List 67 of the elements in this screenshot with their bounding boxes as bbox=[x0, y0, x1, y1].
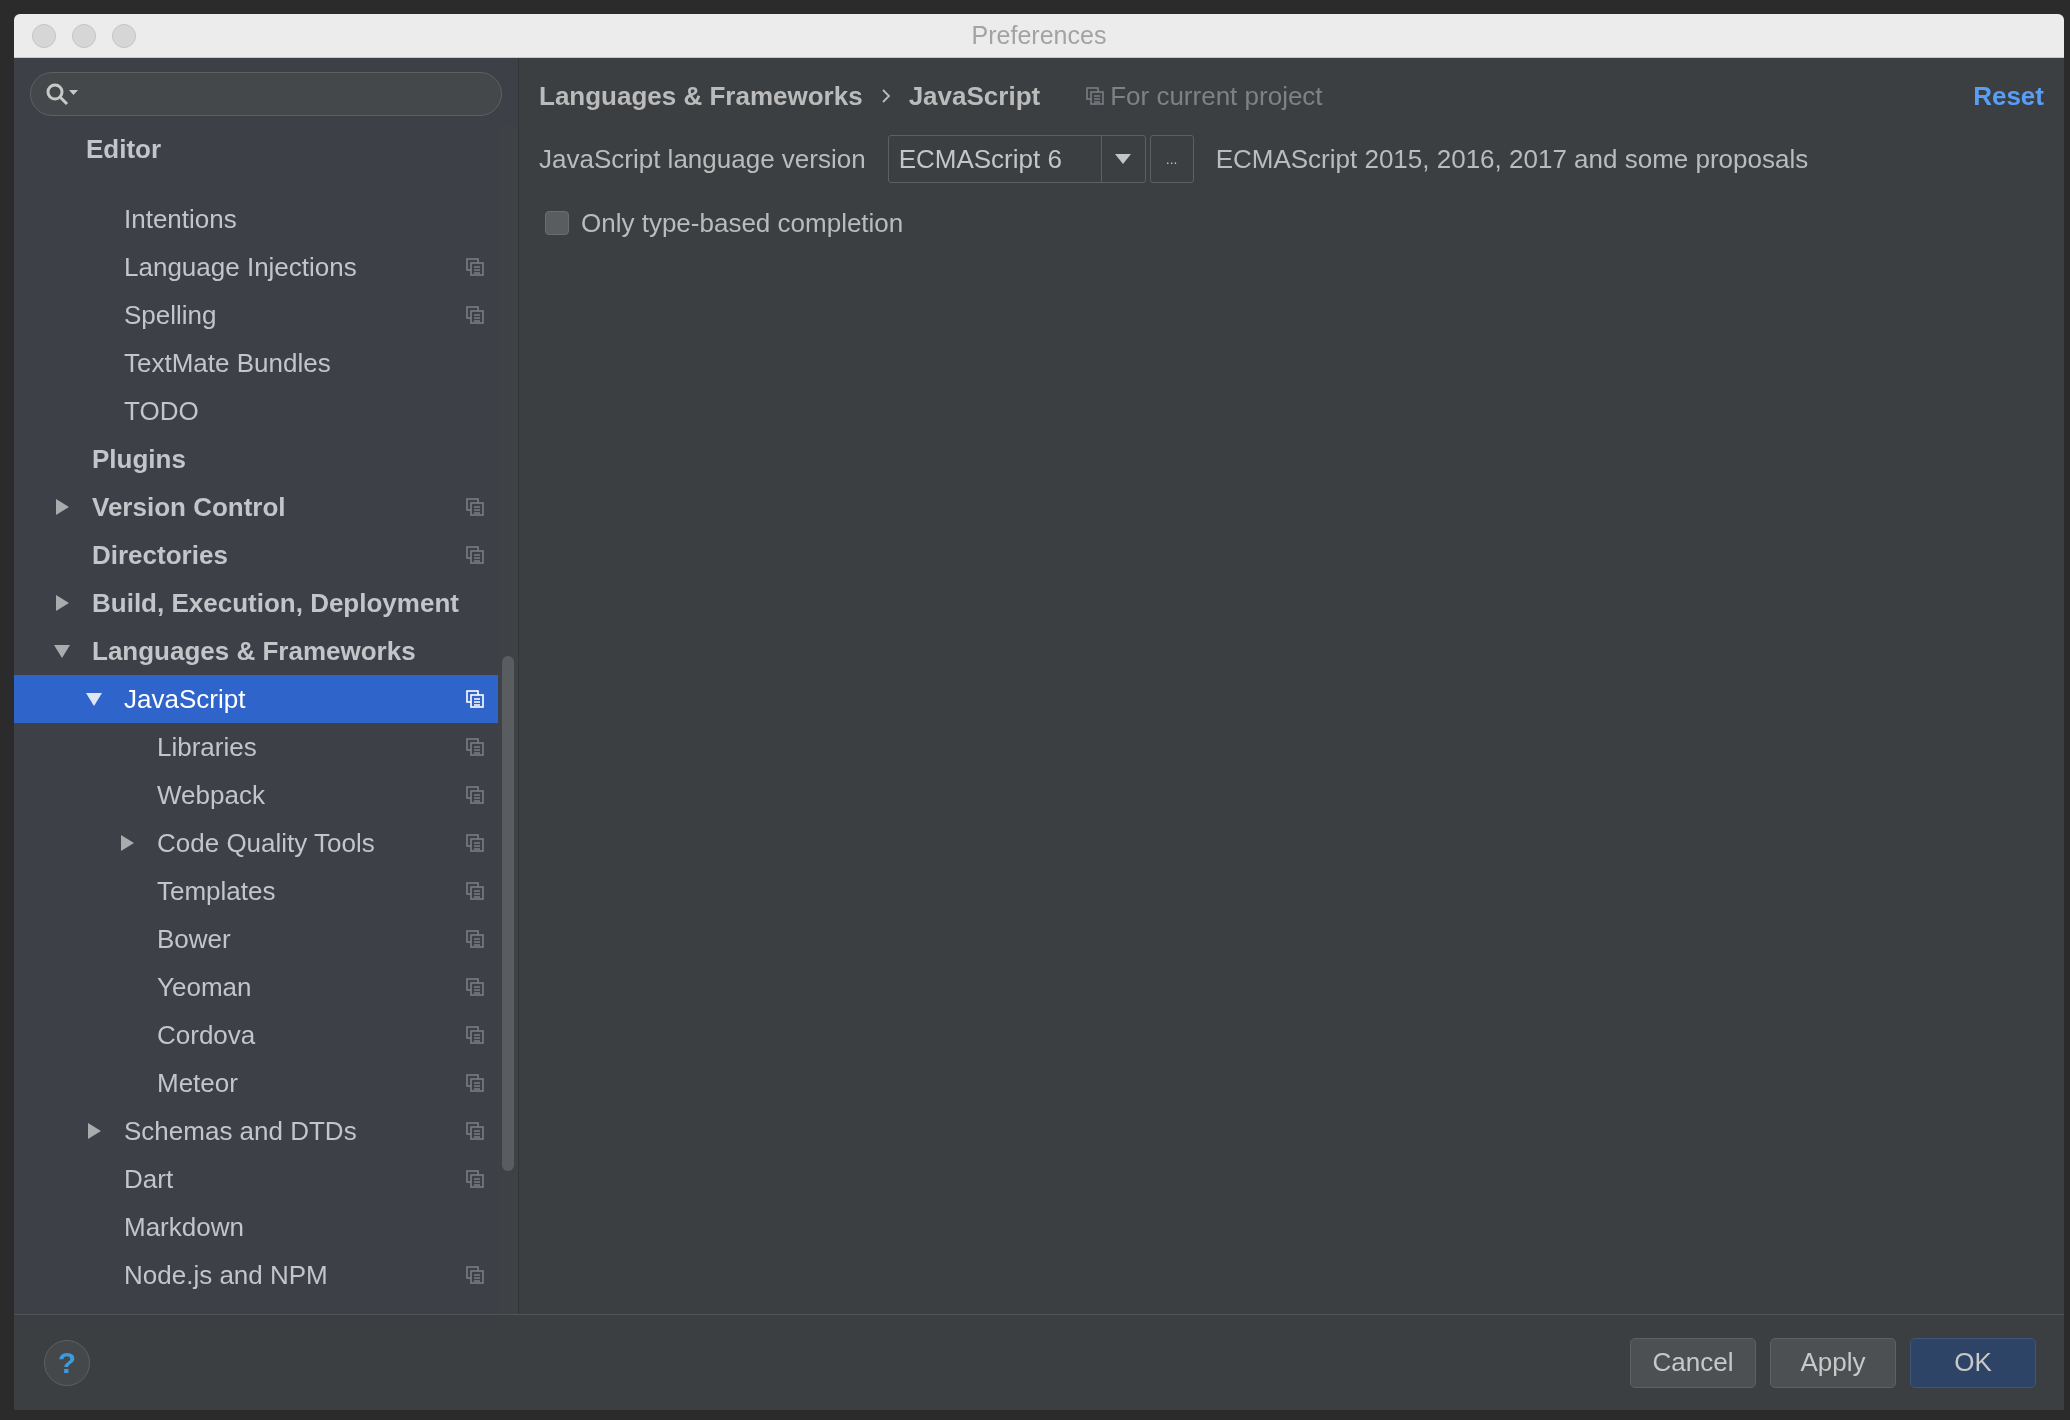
tree-item[interactable]: Libraries bbox=[14, 723, 498, 771]
tree-item[interactable]: TextMate Bundles bbox=[14, 339, 498, 387]
dialog-button[interactable]: OK bbox=[1910, 1337, 2036, 1388]
tree-item[interactable]: Schemas and DTDs bbox=[14, 1107, 498, 1155]
dropdown-arrow-icon bbox=[1115, 153, 1132, 165]
scrollbar-thumb[interactable] bbox=[502, 656, 514, 1171]
tree-item[interactable]: Spelling bbox=[14, 291, 498, 339]
tree-item[interactable]: Intentions bbox=[14, 195, 498, 243]
tree-item[interactable]: Node.js and NPM bbox=[14, 1251, 498, 1299]
breadcrumb-item[interactable]: Languages & Frameworks bbox=[539, 76, 863, 116]
collapsed-arrow-icon[interactable] bbox=[119, 835, 135, 851]
window-title: Preferences bbox=[971, 19, 1107, 51]
search-field[interactable] bbox=[30, 72, 502, 116]
tree-item[interactable]: Version Control bbox=[14, 483, 498, 531]
tree-item[interactable]: JavaScript bbox=[14, 675, 498, 723]
section-header: Editor bbox=[86, 134, 162, 164]
help-button[interactable]: ? bbox=[44, 1339, 90, 1386]
copy-icon bbox=[1086, 87, 1105, 105]
tree-item[interactable]: Templates bbox=[14, 867, 498, 915]
tree-item[interactable]: Language Injections bbox=[14, 243, 498, 291]
breadcrumb-item[interactable]: JavaScript bbox=[908, 76, 1041, 116]
copy-icon bbox=[466, 546, 484, 564]
tree-item[interactable]: Languages & Frameworks bbox=[14, 627, 498, 675]
more-button[interactable]: ... bbox=[1149, 135, 1194, 183]
copy-icon bbox=[466, 1026, 484, 1044]
copy-icon bbox=[466, 1122, 484, 1140]
tree-item[interactable]: Webpack bbox=[14, 771, 498, 819]
copy-icon bbox=[466, 1170, 484, 1188]
copy-icon bbox=[466, 738, 484, 756]
copy-icon bbox=[466, 882, 484, 900]
tree-item[interactable]: Cordova bbox=[14, 1011, 498, 1059]
tree-item[interactable]: Plugins bbox=[14, 435, 498, 483]
copy-icon bbox=[466, 306, 484, 324]
scope-note: For current project bbox=[1110, 79, 1323, 113]
tree-item[interactable]: Directories bbox=[14, 531, 498, 579]
collapsed-arrow-icon[interactable] bbox=[54, 595, 70, 611]
version-dropdown[interactable]: ECMAScript 6 bbox=[887, 135, 1146, 183]
tree-item[interactable]: Build, Execution, Deployment bbox=[14, 579, 498, 627]
copy-icon bbox=[466, 1266, 484, 1284]
expanded-arrow-icon[interactable] bbox=[86, 691, 102, 707]
tree-item[interactable]: TODO bbox=[14, 387, 498, 435]
field-label: JavaScript language version bbox=[539, 142, 866, 176]
tree-item[interactable]: Code Quality Tools bbox=[14, 819, 498, 867]
tree-item[interactable]: Bower bbox=[14, 915, 498, 963]
copy-icon bbox=[466, 258, 484, 276]
copy-icon bbox=[466, 930, 484, 948]
copy-icon bbox=[466, 978, 484, 996]
reset-link[interactable]: Reset bbox=[1973, 76, 2044, 116]
copy-icon bbox=[466, 498, 484, 516]
dialog-button[interactable]: Cancel bbox=[1630, 1337, 1756, 1388]
copy-icon bbox=[466, 834, 484, 852]
tree-item[interactable]: Meteor bbox=[14, 1059, 498, 1107]
chevron-right-icon bbox=[880, 89, 891, 103]
copy-icon bbox=[466, 690, 484, 708]
search-icon bbox=[45, 82, 79, 106]
copy-icon bbox=[466, 786, 484, 804]
version-description: ECMAScript 2015, 2016, 2017 and some proposals bbox=[1215, 142, 1809, 176]
expanded-arrow-icon[interactable] bbox=[54, 643, 70, 659]
tree-item[interactable]: Markdown bbox=[14, 1203, 498, 1251]
tree-item[interactable]: Dart bbox=[14, 1155, 498, 1203]
collapsed-arrow-icon[interactable] bbox=[86, 1123, 102, 1139]
tree-item[interactable]: Yeoman bbox=[14, 963, 498, 1011]
collapsed-arrow-icon[interactable] bbox=[54, 499, 70, 515]
dialog-button[interactable]: Apply bbox=[1770, 1337, 1896, 1388]
copy-icon bbox=[466, 1074, 484, 1092]
checkbox[interactable] bbox=[545, 211, 569, 235]
checkbox-label: Only type-based completion bbox=[581, 206, 904, 240]
